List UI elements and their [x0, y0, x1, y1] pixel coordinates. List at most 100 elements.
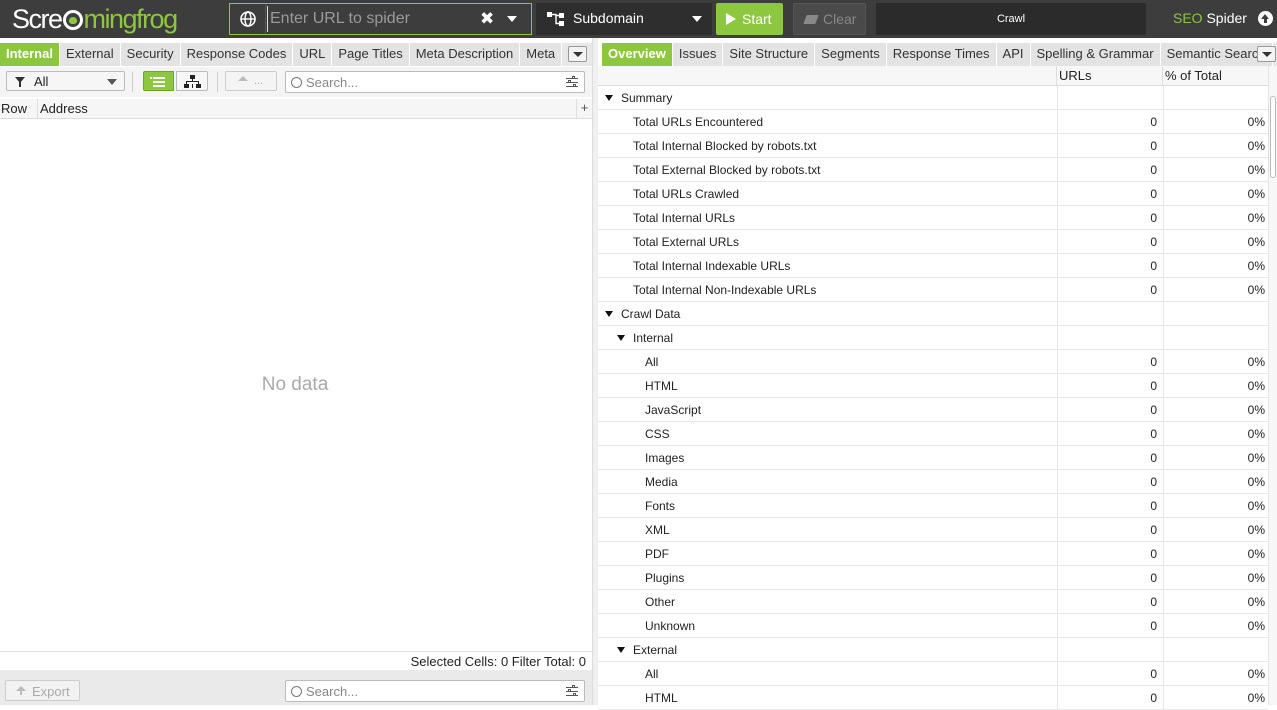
tree-group-row[interactable]: External	[598, 638, 1268, 662]
clear-url-icon[interactable]: ✖	[480, 9, 494, 29]
add-column-icon[interactable]: +	[576, 99, 592, 119]
tree-row[interactable]: HTML 0 0%	[598, 686, 1268, 710]
row-label: Unknown	[645, 619, 696, 633]
export-tab-button[interactable]: ...	[225, 71, 277, 91]
tab-site-structure[interactable]: Site Structure	[723, 43, 816, 66]
tab-api[interactable]: API	[996, 43, 1031, 66]
row-label: Total Internal URLs	[633, 211, 736, 225]
tree-row[interactable]: All 0 0%	[598, 662, 1268, 686]
row-urls-value: 0	[1057, 494, 1163, 518]
search-options-icon[interactable]	[566, 685, 578, 696]
tree-row[interactable]: Total Internal Non-Indexable URLs 0 0%	[598, 278, 1268, 302]
tab-spelling-grammar[interactable]: Spelling & Grammar	[1030, 43, 1161, 66]
row-urls-value: 0	[1057, 230, 1163, 254]
tab-segments[interactable]: Segments	[815, 43, 887, 66]
play-icon	[726, 13, 736, 25]
tree-row[interactable]: Other 0 0%	[598, 590, 1268, 614]
tree-row[interactable]: Total External URLs 0 0%	[598, 230, 1268, 254]
row-urls-value	[1057, 302, 1163, 326]
crawl-mode-dropdown[interactable]: Subdomain	[536, 3, 712, 35]
tree-row[interactable]: Unknown 0 0%	[598, 614, 1268, 638]
tab-response-codes[interactable]: Response Codes	[180, 43, 294, 66]
list-view-button[interactable]	[143, 71, 174, 91]
column-header-address[interactable]: Address	[40, 101, 88, 116]
tree-row[interactable]: PDF 0 0%	[598, 542, 1268, 566]
tab-overview[interactable]: Overview	[602, 43, 673, 66]
row-label: All	[645, 667, 659, 681]
tree-row[interactable]: Total Internal Blocked by robots.txt 0 0%	[598, 134, 1268, 158]
row-urls-value: 0	[1057, 446, 1163, 470]
row-urls-value: 0	[1057, 206, 1163, 230]
tab-internal[interactable]: Internal	[0, 43, 60, 66]
tab-response-times[interactable]: Response Times	[886, 43, 997, 66]
export-button[interactable]: Export	[5, 680, 80, 701]
tree-view-button[interactable]	[176, 71, 208, 91]
search-options-icon[interactable]	[566, 76, 578, 87]
tab-url[interactable]: URL	[293, 43, 333, 66]
tree-group-row[interactable]: Summary	[598, 86, 1268, 110]
tree-row[interactable]: All 0 0%	[598, 350, 1268, 374]
tree-row[interactable]: HTML 0 0%	[598, 374, 1268, 398]
row-label: Media	[645, 475, 678, 489]
tree-row[interactable]: Total URLs Encountered 0 0%	[598, 110, 1268, 134]
tab-page-titles[interactable]: Page Titles	[332, 43, 410, 66]
tree-row[interactable]: CSS 0 0%	[598, 422, 1268, 446]
bottom-search-input[interactable]	[306, 683, 546, 699]
tree-row[interactable]: Media 0 0%	[598, 470, 1268, 494]
row-percent-value: 0%	[1163, 158, 1268, 182]
column-header-row[interactable]: Row	[1, 101, 27, 116]
expand-triangle-icon[interactable]	[617, 647, 625, 653]
tab-issues[interactable]: Issues	[672, 43, 724, 66]
bottom-search-box[interactable]	[285, 680, 585, 702]
tree-row[interactable]: Plugins 0 0%	[598, 566, 1268, 590]
column-header-urls[interactable]: URLs	[1059, 68, 1092, 83]
tree-group-row[interactable]: Internal	[598, 326, 1268, 350]
tree-row[interactable]: Total External Blocked by robots.txt 0 0%	[598, 158, 1268, 182]
tree-row[interactable]: JavaScript 0 0%	[598, 398, 1268, 422]
row-urls-value: 0	[1057, 590, 1163, 614]
scrollbar-thumb[interactable]	[1270, 96, 1276, 178]
row-percent-value: 0%	[1163, 206, 1268, 230]
row-percent-value: 0%	[1163, 350, 1268, 374]
row-urls-value: 0	[1057, 542, 1163, 566]
tab-meta-description[interactable]: Meta Description	[409, 43, 521, 66]
row-urls-value: 0	[1057, 278, 1163, 302]
expand-triangle-icon[interactable]	[605, 311, 613, 317]
clear-button[interactable]: Clear	[793, 3, 866, 35]
tree-group-row[interactable]: Crawl Data	[598, 302, 1268, 326]
row-percent-value: 0%	[1163, 542, 1268, 566]
row-label: Total External Blocked by robots.txt	[633, 163, 821, 177]
upload-icon	[238, 76, 248, 81]
filter-dropdown[interactable]: All	[6, 71, 125, 91]
expand-triangle-icon[interactable]	[605, 95, 613, 101]
tab-meta[interactable]: Meta	[520, 43, 563, 66]
tree-row[interactable]: Total Internal URLs 0 0%	[598, 206, 1268, 230]
right-tabs-overflow-button[interactable]	[1257, 46, 1276, 62]
url-history-dropdown-icon[interactable]	[507, 16, 517, 22]
left-search-input[interactable]	[306, 74, 546, 90]
left-tabs-overflow-button[interactable]	[568, 46, 587, 62]
row-percent-value: 0%	[1163, 566, 1268, 590]
url-input[interactable]	[267, 6, 467, 32]
tree-row[interactable]: Total Internal Indexable URLs 0 0%	[598, 254, 1268, 278]
row-label: Total Internal Non-Indexable URLs	[633, 283, 817, 297]
tree-row[interactable]: Images 0 0%	[598, 446, 1268, 470]
tab-security[interactable]: Security	[120, 43, 181, 66]
row-urls-value: 0	[1057, 182, 1163, 206]
tab-semantic-search[interactable]: Semantic Search	[1160, 43, 1273, 66]
tree-row[interactable]: Total URLs Crawled 0 0%	[598, 182, 1268, 206]
row-label: Total Internal Indexable URLs	[633, 259, 791, 273]
tree-row[interactable]: XML 0 0%	[598, 518, 1268, 542]
start-button[interactable]: Start	[716, 3, 783, 35]
left-search-box[interactable]	[285, 71, 585, 93]
row-label: Crawl Data	[621, 307, 681, 321]
tab-external[interactable]: External	[59, 43, 121, 66]
expand-triangle-icon[interactable]	[617, 335, 625, 341]
row-label: Other	[645, 595, 676, 609]
column-header-percent[interactable]: % of Total	[1165, 68, 1222, 83]
upload-icon[interactable]	[1258, 11, 1273, 26]
overview-tree-table: Summary Total URLs Encountered 0 0% Total In…	[598, 86, 1268, 710]
url-input-box[interactable]: ✖	[229, 3, 532, 35]
row-urls-value: 0	[1057, 662, 1163, 686]
tree-row[interactable]: Fonts 0 0%	[598, 494, 1268, 518]
